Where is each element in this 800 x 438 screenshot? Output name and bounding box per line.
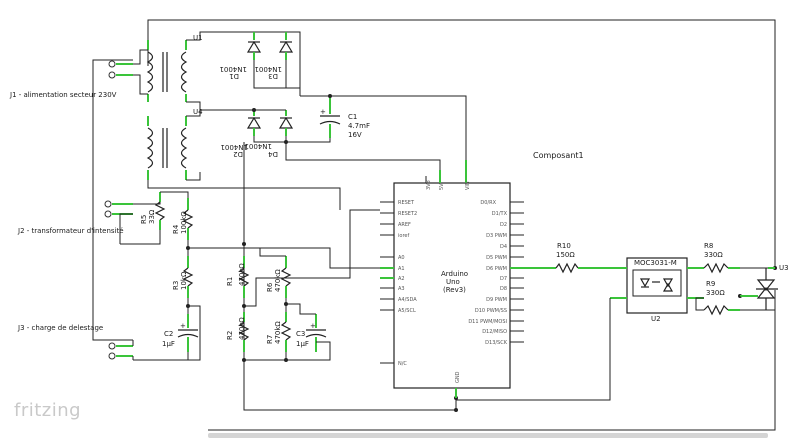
capacitor-c3-ref: C3 (296, 330, 305, 338)
resistor-r1-value: 470kΩ (238, 263, 246, 286)
resistor-r6: R6 470kΩ (266, 256, 292, 298)
arduino-pin-a4: A4/SDA (398, 297, 417, 303)
resistor-r3-value: 10kΩ (180, 271, 188, 290)
arduino-pin-gnd: GND (455, 371, 461, 383)
connector-j2-label: J2 - transformateur d'intensité (17, 227, 124, 235)
resistor-r1-ref: R1 (226, 277, 234, 286)
arduino-model: Uno (446, 278, 460, 286)
diode-d4: D4 1N4001 (244, 110, 294, 158)
transformer-u4: U4 (146, 108, 203, 180)
arduino-pin-d4: D4 (500, 244, 507, 250)
arduino-pin-d3: D3 PWM (486, 233, 507, 239)
resistor-r10-value: 150Ω (556, 251, 575, 259)
capacitor-c1-voltage: 16V (348, 131, 362, 139)
arduino-pin-d0: D0/RX (480, 200, 496, 206)
arduino-pin-d7: D7 (500, 276, 507, 282)
resistor-r10-ref: R10 (557, 242, 571, 250)
diode-d4-ref: D4 (268, 150, 278, 158)
resistor-r7: R7 470kΩ (266, 312, 292, 352)
capacitor-c2: + C2 1µF (162, 314, 199, 352)
resistor-r7-value: 470kΩ (274, 321, 282, 344)
connector-j3-label: J3 - charge de delestage (17, 324, 103, 332)
resistor-r8: R8 330Ω (703, 242, 740, 274)
resistor-r10: R10 150Ω (524, 242, 610, 274)
diode-d1-value: 1N4001 (219, 65, 247, 73)
transformer-u1-ref: U1 (193, 34, 203, 42)
arduino-pin-d6: D6 PWM (486, 266, 507, 272)
arduino-pin-d10: D10 PWM/SS (475, 308, 507, 314)
arduino-pin-reset2: RESET2 (398, 211, 417, 217)
diode-d4-value: 1N4001 (244, 142, 272, 150)
resistor-r6-value: 470kΩ (274, 269, 282, 292)
capacitor-c1-value: 4.7mF (348, 122, 370, 130)
capacitor-c1-ref: C1 (348, 113, 357, 121)
ladder-wiring (120, 191, 380, 361)
horizontal-scrollbar[interactable] (208, 433, 768, 438)
resistor-r9-ref: R9 (706, 280, 715, 288)
capacitor-c1: + C1 4.7mF 16V (319, 95, 467, 183)
arduino-pin-nc: N/C (398, 361, 407, 367)
schematic-canvas: J1 - alimentation secteur 230V J2 - tran… (9, 19, 789, 431)
arduino-pin-d8: D8 (500, 286, 507, 292)
arduino-pin-a0: A0 (398, 255, 405, 261)
connector-j1-label: J1 - alimentation secteur 230V (9, 91, 117, 99)
arduino-pin-a1: A1 (398, 266, 405, 272)
optocoupler-ref: U2 (651, 315, 661, 323)
arduino-component-label: Composant1 (533, 151, 584, 160)
arduino-pin-a3: A3 (398, 286, 405, 292)
capacitor-c3-plus: + (310, 322, 316, 330)
diode-d3-value: 1N4001 (254, 65, 282, 73)
transformer-u1: U1 (146, 34, 203, 102)
resistor-r5-ref: R5 (140, 215, 148, 224)
resistor-r2-value: 470kΩ (238, 317, 246, 340)
arduino-pin-d1: D1/TX (492, 211, 508, 217)
resistor-r2: R2 470kΩ (226, 312, 250, 352)
arduino-pin-d11: D11 PWM/MOSI (468, 319, 507, 325)
resistor-r1: R1 470kΩ (226, 256, 250, 298)
arduino-pin-d9: D9 PWM (486, 297, 507, 303)
connector-j2: J2 - transformateur d'intensité (17, 200, 133, 235)
resistor-r9-value: 330Ω (706, 289, 725, 297)
capacitor-c2-ref: C2 (164, 330, 173, 338)
resistor-r3: R3 10kΩ (172, 256, 194, 298)
arduino-pin-aref: AREF (398, 222, 411, 228)
arduino-pin-ioref: ioref (398, 233, 409, 239)
triac-ref: U3 (779, 264, 789, 272)
arduino-uno: Composant1 Arduino Uno (Rev3) 3V3 5V VIN (380, 151, 584, 398)
resistor-r5-value: 33Ω (148, 209, 156, 224)
arduino-pin-d5: D5 PWM (486, 255, 507, 261)
resistor-r6-ref: R6 (266, 282, 274, 292)
fritzing-watermark: fritzing (14, 400, 82, 421)
resistor-r4: R4 100kΩ (172, 198, 194, 240)
resistor-r3-ref: R3 (172, 281, 180, 290)
arduino-pin-3v3: 3V3 (426, 180, 432, 190)
connector-j3: J3 - charge de delestage (17, 324, 133, 360)
capacitor-c3-value: 1µF (296, 340, 309, 348)
connector-j1: J1 - alimentation secteur 230V (9, 60, 133, 99)
resistor-r5: R5 33Ω (140, 192, 166, 230)
resistor-r8-ref: R8 (704, 242, 713, 250)
arduino-pin-vin: VIN (465, 181, 471, 190)
arduino-pin-d12: D12/MISO (482, 329, 507, 335)
capacitor-c1-plus: + (320, 108, 326, 116)
arduino-pin-a2: A2 (398, 276, 405, 282)
arduino-pin-reset: RESET (398, 200, 415, 206)
resistor-r4-value: 100kΩ (180, 211, 188, 234)
resistor-r4-ref: R4 (172, 224, 180, 234)
arduino-name: Arduino (441, 270, 468, 278)
arduino-pin-d13: D13/SCK (485, 340, 508, 346)
capacitor-c3: + C3 1µF (296, 314, 327, 352)
resistor-r7-ref: R7 (266, 335, 274, 344)
arduino-pin-a5: A5/SCL (398, 308, 416, 314)
arduino-pin-5v: 5V (439, 183, 445, 190)
resistor-r2-ref: R2 (226, 331, 234, 340)
triac-u3: U3 (739, 264, 789, 311)
capacitor-c2-value: 1µF (162, 340, 175, 348)
arduino-pin-d2: D2 (500, 222, 507, 228)
arduino-rev: (Rev3) (443, 286, 466, 294)
transformer-u4-ref: U4 (193, 108, 203, 116)
optocoupler-part: MOC3031-M (634, 259, 677, 267)
resistor-r8-value: 330Ω (704, 251, 723, 259)
capacitor-c2-plus: + (180, 322, 186, 330)
